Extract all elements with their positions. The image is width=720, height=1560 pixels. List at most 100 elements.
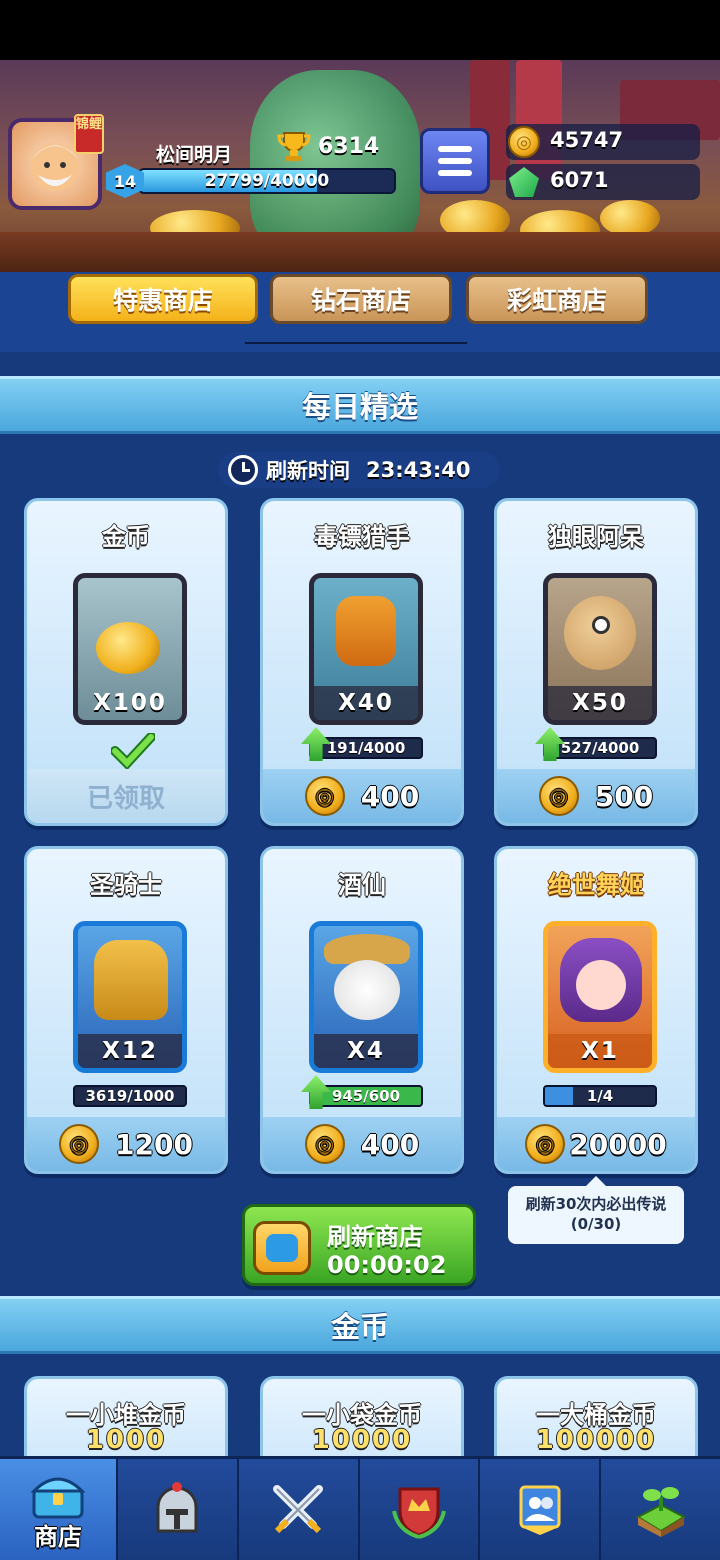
refresh-shop-timer: 00:00:02 <box>327 1251 447 1279</box>
card-qty: X12 <box>78 1034 182 1068</box>
tab-diamond-shop[interactable]: 钻石商店 <box>270 274 452 324</box>
legend-guarantee-tooltip: 刷新30次内必出传说 (0/30) <box>508 1176 684 1244</box>
shop-card-dancer[interactable]: 绝世舞姬 X1 1/4 ◎ 20000 <box>494 846 698 1174</box>
crown-shield-icon <box>388 1479 450 1541</box>
paladin-icon: X12 <box>73 921 187 1073</box>
tv-ad-icon <box>253 1221 311 1275</box>
gold-pack-big-barrel[interactable]: 一大桶金币 100000 <box>494 1376 698 1466</box>
shop-screen: 锦鲤 松间明月 6314 27799/40000 14 ◎ 45747 6071… <box>0 0 720 1560</box>
bottom-nav: 商店 <box>0 1456 720 1560</box>
gold-header: 金币 <box>0 1296 720 1354</box>
nav-shop-label: 商店 <box>34 1523 82 1551</box>
card-title: 绝世舞姬 <box>548 871 644 899</box>
gold-value: 45747 <box>550 128 624 152</box>
card-title: 酒仙 <box>338 871 386 899</box>
tab-special-shop[interactable]: 特惠商店 <box>68 274 258 324</box>
coin-pile-decoration <box>600 200 660 236</box>
progress-text: 3619/1000 <box>85 1087 175 1105</box>
tab-rainbow-shop[interactable]: 彩虹商店 <box>466 274 648 324</box>
refresh-shop-button[interactable]: 刷新商店 00:00:02 <box>242 1204 476 1286</box>
card-title: 毒镖猎手 <box>314 523 410 551</box>
shop-card-paladin[interactable]: 圣骑士 X12 3619/1000 ◎ 1200 <box>24 846 228 1174</box>
gold-coin-icon: ◎ <box>525 1124 566 1164</box>
shop-card-gold[interactable]: 金币 X100 已领取 <box>24 498 228 826</box>
paladin-helmet <box>94 940 168 1020</box>
menu-line <box>438 170 472 176</box>
gem-balance[interactable]: 6071 <box>506 164 700 200</box>
progress-text: 1/4 <box>586 1087 614 1105</box>
gold-pack-small-pile[interactable]: 一小堆金币 1000 <box>24 1376 228 1466</box>
crossed-swords-icon <box>267 1479 329 1541</box>
card-price: 20000 <box>569 1127 667 1161</box>
player-name: 松间明月 <box>156 144 233 166</box>
card-price: 500 <box>594 779 654 813</box>
menu-button[interactable] <box>420 128 490 194</box>
dancer-face <box>576 960 626 1010</box>
trophy-icon <box>275 130 313 164</box>
xp-bar: 27799/40000 <box>138 168 396 194</box>
card-footer: 已领取 <box>27 769 225 823</box>
card-title: 圣骑士 <box>90 871 162 899</box>
gold-pack-small-bag[interactable]: 一小袋金币 10000 <box>260 1376 464 1466</box>
daily-header: 每日精选 <box>0 376 720 434</box>
nav-clan[interactable] <box>360 1459 481 1560</box>
dummy-eye <box>592 616 610 634</box>
nav-social[interactable] <box>480 1459 602 1560</box>
gold-coin-icon: ◎ <box>508 126 540 158</box>
refresh-time: 23:43:40 <box>366 458 471 482</box>
card-qty: X40 <box>314 686 418 720</box>
card-title: 独眼阿呆 <box>548 523 644 551</box>
gold-coin-icon: ◎ <box>304 776 345 816</box>
check-icon <box>111 731 155 771</box>
koi-badge: 锦鲤 <box>74 114 104 154</box>
nav-shop[interactable]: 商店 <box>0 1459 118 1560</box>
wine-immortal-icon: X4 <box>309 921 423 1073</box>
hunter-mask <box>336 596 396 666</box>
guild-banner-icon <box>509 1479 571 1541</box>
status-bar <box>0 0 720 60</box>
card-footer[interactable]: ◎ 20000 <box>497 1117 695 1171</box>
card-qty: X100 <box>93 690 167 716</box>
gold-coin-icon: ◎ <box>304 1124 345 1164</box>
card-progress: 3619/1000 <box>73 1085 187 1107</box>
divider <box>245 342 467 344</box>
nav-island[interactable] <box>601 1459 720 1560</box>
menu-line <box>438 146 472 152</box>
card-qty: X50 <box>548 686 652 720</box>
menu-line <box>438 158 472 164</box>
card-qty: X1 <box>548 1034 652 1068</box>
gold-coin-icon: ◎ <box>59 1124 100 1164</box>
claimed-label: 已领取 <box>86 783 165 814</box>
card-progress: 1/4 <box>543 1085 657 1107</box>
gold-balance[interactable]: ◎ 45747 <box>506 124 700 160</box>
shop-card-dart-hunter[interactable]: 毒镖猎手 X40 191/4000 ◎ 400 <box>260 498 464 826</box>
dancer-icon: X1 <box>543 921 657 1073</box>
refresh-label: 刷新时间 <box>266 459 350 483</box>
nav-battle[interactable] <box>239 1459 360 1560</box>
clock-icon <box>228 455 258 485</box>
card-footer[interactable]: ◎ 400 <box>263 769 461 823</box>
gold-pack-amount: 10000 <box>311 1425 413 1455</box>
panda-face <box>334 960 400 1020</box>
shop-card-wine-immortal[interactable]: 酒仙 X4 945/600 ◎ 400 <box>260 846 464 1174</box>
nav-heroes[interactable] <box>118 1459 239 1560</box>
card-title: 金币 <box>102 523 150 551</box>
gem-value: 6071 <box>550 168 609 192</box>
gold-coins-icon: X100 <box>73 573 187 725</box>
shop-card-one-eyed[interactable]: 独眼阿呆 X50 527/4000 ◎ 500 <box>494 498 698 826</box>
card-footer[interactable]: ◎ 500 <box>497 769 695 823</box>
refresh-shop-label: 刷新商店 <box>327 1223 423 1251</box>
xp-text: 27799/40000 <box>204 171 330 191</box>
one-eyed-dummy-icon: X50 <box>543 573 657 725</box>
gold-pack-amount: 100000 <box>535 1425 657 1455</box>
trophy-count: 6314 <box>318 134 380 159</box>
tooltip-line1: 刷新30次内必出传说 <box>525 1195 667 1213</box>
coin-stack <box>96 622 160 674</box>
card-footer[interactable]: ◎ 1200 <box>27 1117 225 1171</box>
card-price: 400 <box>360 779 420 813</box>
shelf-decoration <box>0 232 720 272</box>
dart-hunter-icon: X40 <box>309 573 423 725</box>
card-footer[interactable]: ◎ 400 <box>263 1117 461 1171</box>
tooltip-line2: (0/30) <box>570 1215 622 1233</box>
green-gem-icon <box>509 167 539 197</box>
